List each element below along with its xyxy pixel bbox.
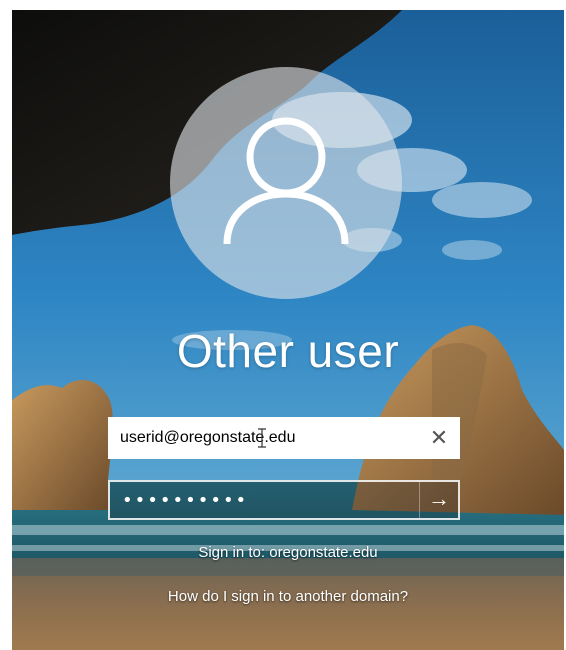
arrow-right-icon[interactable]: → <box>419 482 458 518</box>
password-input[interactable] <box>110 482 420 518</box>
user-icon <box>223 117 349 245</box>
text-cursor-icon <box>258 428 266 448</box>
other-domain-link[interactable]: How do I sign in to another domain? <box>12 588 564 605</box>
close-icon[interactable]: ✕ <box>418 417 460 459</box>
lock-screen: Other user ✕ → Sign in to: oregonstate.e… <box>12 10 564 650</box>
sign-in-domain-text: Sign in to: oregonstate.edu <box>198 544 378 561</box>
password-field[interactable]: → <box>108 480 460 520</box>
username-field[interactable]: ✕ <box>108 417 460 459</box>
user-title: Other user <box>176 325 400 377</box>
